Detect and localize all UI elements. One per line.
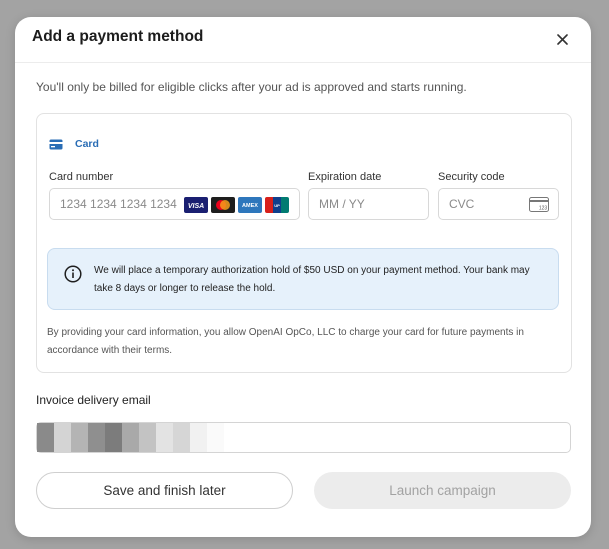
visa-icon: VISA	[184, 197, 208, 213]
header-divider	[15, 62, 591, 63]
invoice-email-label: Invoice delivery email	[36, 393, 151, 407]
card-number-label: Card number	[49, 171, 114, 183]
visa-text: VISA	[188, 203, 204, 210]
authorization-notice: We will place a temporary authorization …	[47, 248, 559, 310]
expiration-input[interactable]: MM / YY	[308, 188, 429, 220]
svg-text:123: 123	[539, 206, 548, 212]
card-panel: Card Card number 1234 1234 1234 1234 VIS…	[36, 113, 572, 373]
expiration-placeholder: MM / YY	[319, 197, 365, 211]
payment-modal: Add a payment method You'll only be bill…	[15, 17, 591, 537]
modal-title: Add a payment method	[32, 28, 204, 45]
amex-text: AMEX	[242, 203, 258, 209]
security-code-input[interactable]: CVC 123	[438, 188, 559, 220]
save-finish-later-button[interactable]: Save and finish later	[36, 472, 293, 509]
security-code-label: Security code	[438, 171, 505, 183]
notice-text: We will place a temporary authorization …	[94, 265, 530, 294]
close-icon[interactable]	[556, 33, 568, 45]
info-icon	[64, 265, 82, 283]
cvc-card-icon: 123	[529, 197, 549, 212]
credit-card-icon	[49, 139, 63, 149]
cvc-placeholder: CVC	[449, 197, 475, 211]
card-number-placeholder: 1234 1234 1234 1234	[60, 197, 177, 211]
tab-card[interactable]: Card	[49, 138, 99, 150]
mastercard-icon	[211, 197, 235, 213]
tab-card-label: Card	[75, 138, 99, 150]
amex-icon: AMEX	[238, 197, 262, 213]
invoice-email-input[interactable]	[36, 422, 571, 453]
card-number-input[interactable]: 1234 1234 1234 1234 VISA AMEX UP	[49, 188, 300, 220]
billing-subtitle: You'll only be billed for eligible click…	[36, 80, 467, 94]
unionpay-icon: UP	[265, 197, 289, 213]
expiration-label: Expiration date	[308, 171, 382, 183]
legal-text: By providing your card information, you …	[47, 327, 524, 356]
svg-text:UP: UP	[274, 203, 280, 208]
redacted-email	[37, 423, 224, 452]
launch-campaign-button[interactable]: Launch campaign	[314, 472, 571, 509]
close-button[interactable]	[553, 30, 571, 48]
card-brands: VISA AMEX UP	[184, 197, 289, 213]
